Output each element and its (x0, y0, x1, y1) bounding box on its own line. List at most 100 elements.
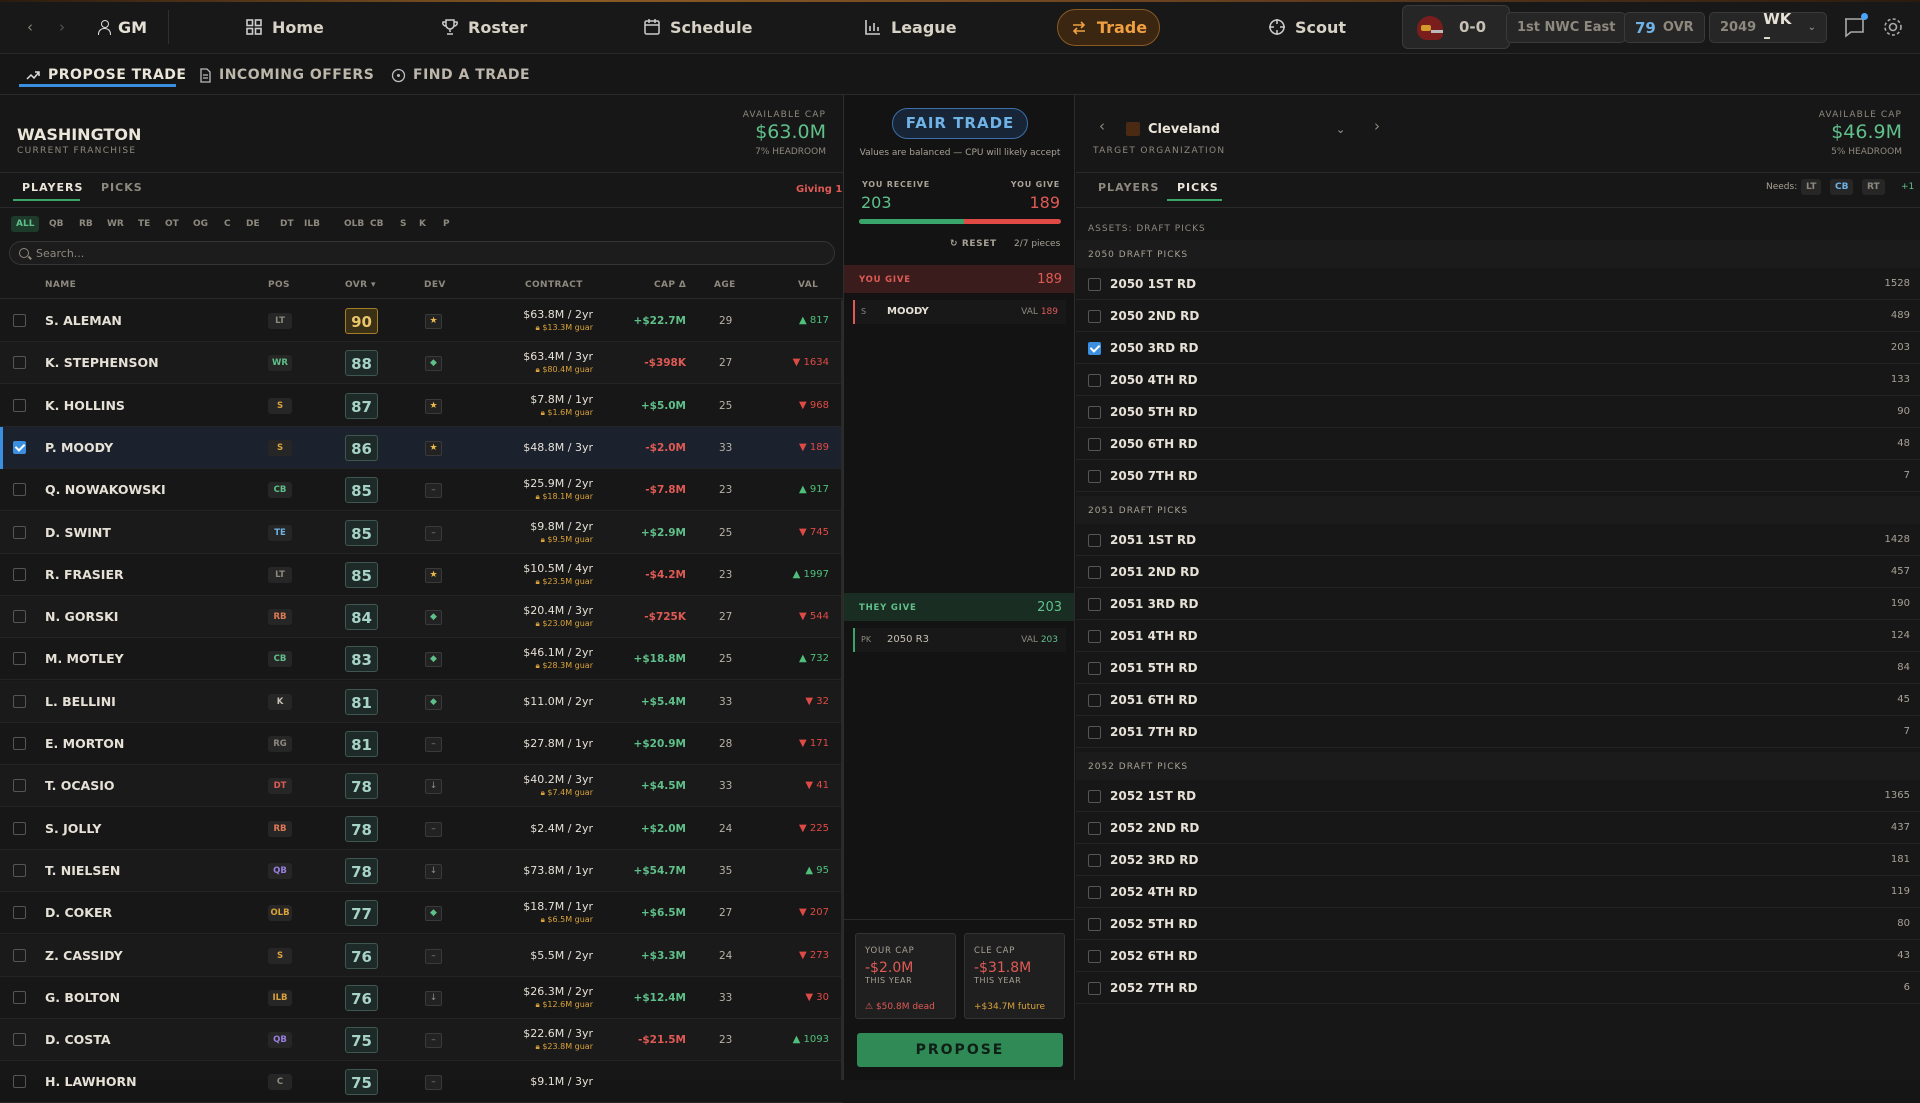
draft-pick-row[interactable]: 2051 5TH RD 84 (1076, 652, 1920, 684)
position-filter-s[interactable]: S (400, 216, 406, 232)
nav-roster[interactable]: Roster (441, 10, 527, 44)
table-row[interactable]: T. NIELSEN QB 78 ↓ $73.8M / 1yr +$54.7M 35 ▲ 95 (0, 849, 843, 892)
position-filter-ot[interactable]: OT (165, 216, 179, 232)
row-checkbox[interactable] (13, 737, 26, 750)
draft-pick-row[interactable]: 2050 5TH RD 90 (1076, 396, 1920, 428)
position-filter-k[interactable]: K (419, 216, 426, 232)
tab-target-players[interactable]: PLAYERS (1098, 181, 1159, 194)
tab-picks[interactable]: PICKS (101, 181, 143, 194)
position-filter-cb[interactable]: CB (370, 216, 383, 232)
col-age[interactable]: AGE (714, 280, 736, 290)
nav-league[interactable]: League (864, 10, 957, 44)
pick-checkbox[interactable] (1088, 918, 1101, 931)
row-checkbox[interactable] (13, 1075, 26, 1089)
row-checkbox[interactable] (13, 694, 26, 708)
pick-checkbox[interactable] (1088, 534, 1101, 547)
table-row[interactable]: S. JOLLY RB 78 – $2.4M / 2yr +$2.0M 24 ▼ 225 (0, 808, 843, 850)
tab-find-a-trade[interactable]: FIND A TRADE (391, 62, 530, 88)
draft-pick-row[interactable]: 2052 7TH RD 6 (1076, 972, 1920, 1004)
row-checkbox[interactable] (13, 990, 26, 1004)
table-row[interactable]: K. HOLLINS S 87 ★ $7.8M / 1yr 🔒︎ $1.6M guar +$… (0, 385, 843, 427)
draft-pick-row[interactable]: 2052 2ND RD 437 (1076, 812, 1920, 844)
nav-home[interactable]: Home (245, 10, 324, 44)
table-row[interactable]: R. FRASIER LT 85 ★ $10.5M / 4yr 🔒︎ $23.5M gua… (0, 554, 843, 596)
row-checkbox[interactable] (13, 483, 26, 497)
table-row[interactable]: M. MOTLEY CB 83 ◆ $46.1M / 2yr 🔒︎ $28.3M guar… (0, 638, 843, 681)
position-filter-te[interactable]: TE (138, 216, 150, 232)
draft-pick-row[interactable]: 2051 4TH RD 124 (1076, 620, 1920, 652)
table-row[interactable]: Z. CASSIDY S 76 – $5.5M / 2yr +$3.3M 24 ▼ 273 (0, 934, 843, 977)
position-filter-olb[interactable]: OLB (344, 216, 364, 232)
draft-pick-row[interactable]: 2052 6TH RD 43 (1076, 940, 1920, 972)
pick-checkbox[interactable] (1088, 630, 1101, 643)
draft-pick-row[interactable]: 2050 6TH RD 48 (1076, 428, 1920, 460)
draft-pick-row[interactable]: 2050 3RD RD 203 (1076, 332, 1920, 364)
row-checkbox[interactable] (13, 610, 26, 624)
table-row[interactable]: D. COKER OLB 77 ◆ $18.7M / 1yr 🔒︎ $6.5M guar +… (0, 892, 843, 935)
pick-checkbox[interactable] (1088, 278, 1101, 291)
position-filter-qb[interactable]: QB (49, 216, 64, 232)
pick-checkbox[interactable] (1088, 694, 1101, 707)
table-row[interactable]: H. LAWHORN C 75 – $9.1M / 3yr (0, 1061, 843, 1103)
gear-icon[interactable] (1881, 15, 1905, 39)
draft-pick-row[interactable]: 2050 1ST RD 1528 (1076, 268, 1920, 300)
tab-target-picks[interactable]: PICKS (1177, 181, 1219, 194)
table-row[interactable]: E. MORTON RG 81 – $27.8M / 1yr +$20.9M 28 ▼ 171 (0, 723, 843, 765)
position-filter-ilb[interactable]: ILB (304, 216, 320, 232)
pick-checkbox[interactable] (1088, 950, 1101, 963)
table-row[interactable]: N. GORSKI RB 84 ◆ $20.4M / 3yr 🔒︎ $23.0M guar… (0, 596, 843, 639)
table-row[interactable]: K. STEPHENSON WR 88 ◆ $63.4M / 3yr 🔒︎ $80.4M … (0, 342, 843, 385)
draft-pick-row[interactable]: 2050 4TH RD 133 (1076, 364, 1920, 396)
pick-checkbox[interactable] (1088, 854, 1101, 867)
row-checkbox[interactable] (13, 863, 26, 877)
tab-incoming-offers[interactable]: INCOMING OFFERS (199, 62, 374, 88)
pick-checkbox[interactable] (1088, 598, 1101, 611)
position-filter-c[interactable]: C (224, 216, 231, 232)
tab-players[interactable]: PLAYERS (22, 181, 83, 194)
forward-arrow-icon[interactable]: › (52, 17, 72, 37)
col-ovr[interactable]: OVR ▾ (345, 280, 376, 290)
row-checkbox[interactable] (13, 906, 26, 920)
col-dev[interactable]: DEV (424, 280, 446, 290)
col-val[interactable]: VAL (798, 280, 818, 290)
row-checkbox[interactable] (13, 779, 26, 793)
table-row[interactable]: D. COSTA QB 75 – $22.6M / 3yr 🔒︎ $23.8M guar -… (0, 1019, 843, 1062)
give-asset-item[interactable]: S MOODY VAL 189 (853, 300, 1066, 324)
season-week-select[interactable]: 2049 WK – ⌄ (1709, 10, 1827, 46)
row-checkbox[interactable] (13, 1033, 26, 1047)
pick-checkbox[interactable] (1088, 374, 1101, 387)
back-arrow-icon[interactable]: ‹ (20, 17, 40, 37)
draft-pick-row[interactable]: 2052 5TH RD 80 (1076, 908, 1920, 940)
next-team-icon[interactable]: › (1374, 117, 1380, 135)
row-checkbox[interactable] (13, 440, 26, 454)
draft-pick-row[interactable]: 2051 6TH RD 45 (1076, 684, 1920, 716)
position-filter-dt[interactable]: DT (280, 216, 294, 232)
pick-checkbox[interactable] (1088, 982, 1101, 995)
row-checkbox[interactable] (13, 398, 26, 412)
pick-checkbox[interactable] (1088, 790, 1101, 803)
player-search[interactable] (9, 241, 835, 265)
propose-button[interactable]: PROPOSE (857, 1033, 1063, 1067)
nav-schedule[interactable]: Schedule (643, 10, 752, 44)
position-filter-og[interactable]: OG (193, 216, 208, 232)
table-row[interactable]: Q. NOWAKOWSKI CB 85 – $25.9M / 2yr 🔒︎ $18.1M … (0, 469, 843, 512)
pick-checkbox[interactable] (1088, 566, 1101, 579)
search-input[interactable] (36, 245, 816, 261)
table-row[interactable]: P. MOODY S 86 ★ $48.8M / 3yr -$2.0M 33 ▼ 189 (0, 426, 843, 469)
draft-pick-row[interactable]: 2052 1ST RD 1365 (1076, 780, 1920, 812)
pick-checkbox[interactable] (1088, 886, 1101, 899)
team-record-badge[interactable]: 0-0 (1402, 5, 1510, 49)
position-filter-p[interactable]: P (443, 216, 450, 232)
col-pos[interactable]: POS (268, 280, 290, 290)
draft-pick-row[interactable]: 2051 1ST RD 1428 (1076, 524, 1920, 556)
pick-checkbox[interactable] (1088, 662, 1101, 675)
pick-checkbox[interactable] (1088, 342, 1101, 355)
position-filter-wr[interactable]: WR (107, 216, 124, 232)
row-checkbox[interactable] (13, 948, 26, 962)
position-filter-de[interactable]: DE (246, 216, 260, 232)
col-contract[interactable]: CONTRACT (525, 280, 583, 290)
draft-pick-row[interactable]: 2051 7TH RD 7 (1076, 716, 1920, 748)
receive-asset-item[interactable]: PK 2050 R3 VAL 203 (853, 628, 1066, 652)
pick-checkbox[interactable] (1088, 406, 1101, 419)
pick-checkbox[interactable] (1088, 470, 1101, 483)
